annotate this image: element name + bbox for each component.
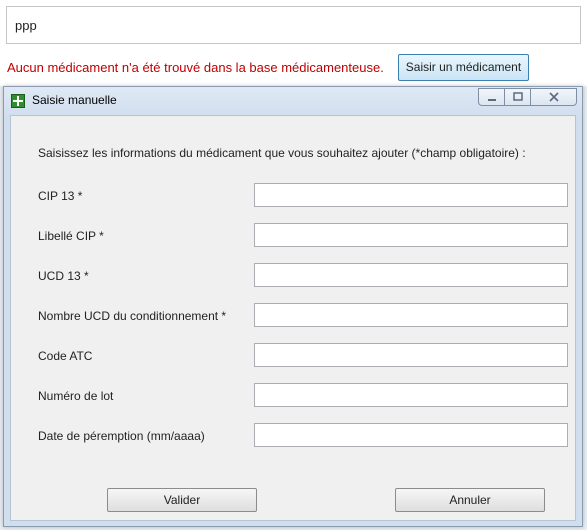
cip13-label: CIP 13 *: [38, 189, 83, 203]
minimize-button[interactable]: [478, 88, 505, 106]
dialog-title: Saisie manuelle: [32, 93, 117, 107]
search-input[interactable]: ppp: [6, 6, 581, 44]
lot-number-label: Numéro de lot: [38, 389, 114, 403]
instructions-text: Saisissez les informations du médicament…: [38, 146, 526, 160]
dialog-title-bar[interactable]: Saisie manuelle: [4, 87, 582, 115]
ucd-count-input[interactable]: [254, 303, 568, 327]
green-cross-icon: [11, 94, 25, 108]
cancel-button[interactable]: Annuler: [395, 488, 545, 512]
error-message: Aucun médicament n'a été trouvé dans la …: [7, 60, 384, 75]
minimize-icon: [487, 99, 496, 101]
maximize-button[interactable]: [505, 88, 531, 106]
maximize-icon: [512, 92, 523, 101]
expiry-date-input[interactable]: [254, 423, 568, 447]
dialog-content: Saisissez les informations du médicament…: [10, 115, 576, 521]
libelle-cip-input[interactable]: [254, 223, 568, 247]
manual-entry-dialog: Saisie manuelle Saisissez les informatio…: [3, 86, 583, 527]
ucd-count-label: Nombre UCD du conditionnement *: [38, 309, 227, 323]
close-button[interactable]: [531, 88, 577, 106]
ucd13-input[interactable]: [254, 263, 568, 287]
validate-button[interactable]: Valider: [107, 488, 257, 512]
close-icon: [548, 92, 559, 102]
expiry-date-label: Date de péremption (mm/aaaa): [38, 429, 205, 443]
window-controls: [478, 88, 577, 106]
atc-code-input[interactable]: [254, 343, 568, 367]
ucd13-label: UCD 13 *: [38, 269, 89, 283]
enter-medication-button[interactable]: Saisir un médicament: [398, 54, 529, 81]
libelle-cip-label: Libellé CIP *: [38, 229, 104, 243]
cip13-input[interactable]: [254, 183, 568, 207]
atc-code-label: Code ATC: [38, 349, 93, 363]
lot-number-input[interactable]: [254, 383, 568, 407]
